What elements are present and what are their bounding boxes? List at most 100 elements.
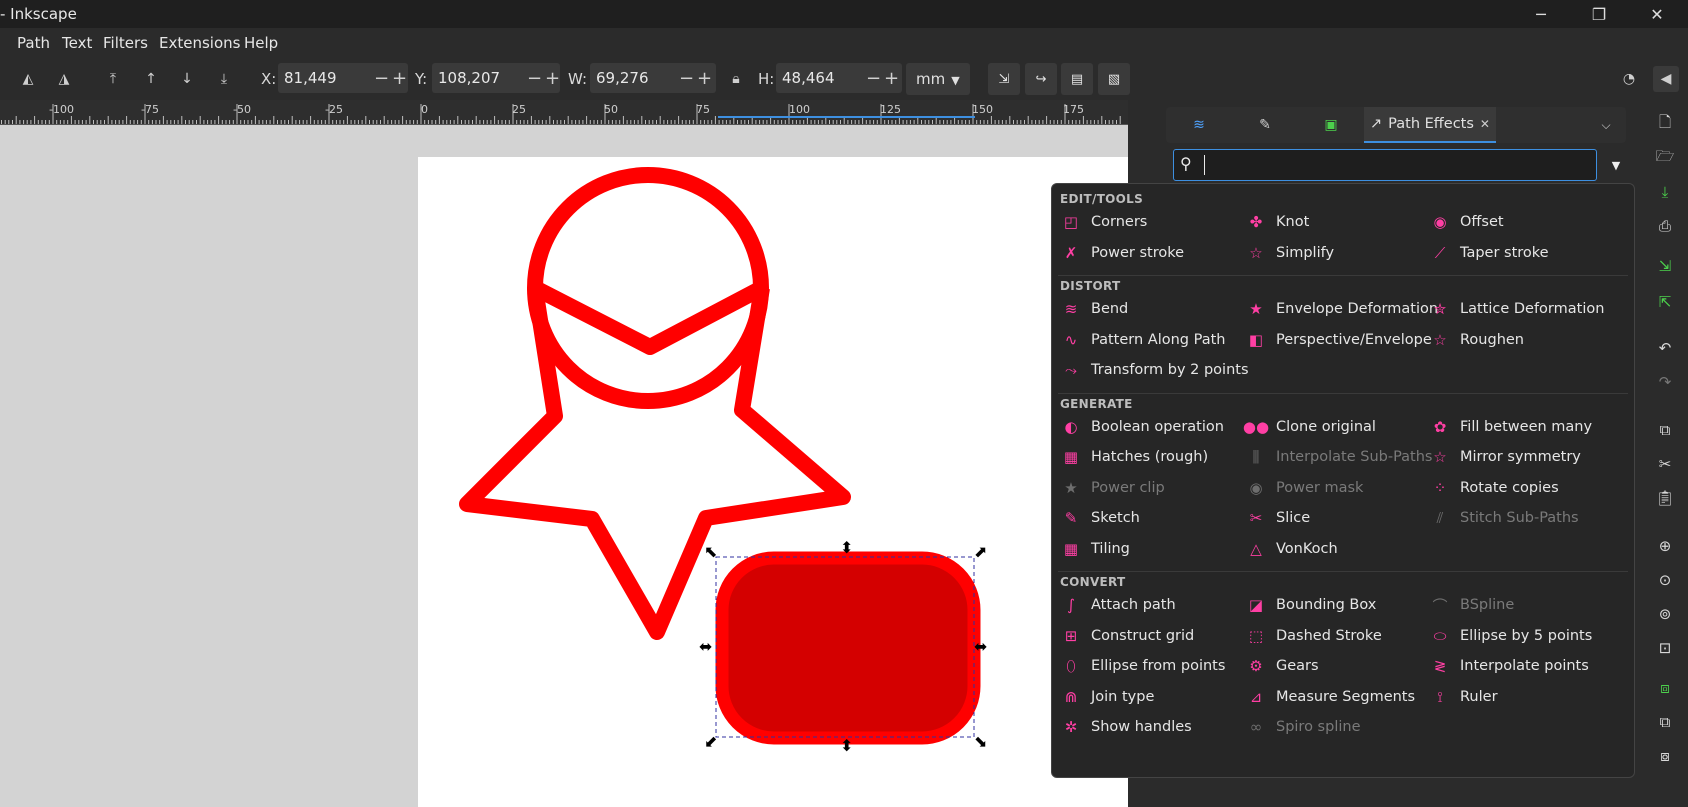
maximize-button[interactable]: ❐ xyxy=(1570,0,1628,28)
print-icon[interactable]: ⎙ xyxy=(1653,214,1677,238)
lpe-item[interactable]: ⬚ Dashed Stroke xyxy=(1245,622,1382,650)
redo-icon[interactable]: ↷ xyxy=(1653,370,1677,394)
transform-gradients-button[interactable]: ▤ xyxy=(1061,63,1093,95)
flip-vertical-icon[interactable]: ◮ xyxy=(51,66,77,92)
lpe-item[interactable]: ∿ Pattern Along Path xyxy=(1060,326,1226,354)
handle-ne[interactable]: ⬈ xyxy=(974,542,987,561)
raise-to-top-icon[interactable]: ⤒ xyxy=(100,66,126,92)
lpe-item[interactable]: ☆ Mirror symmetry xyxy=(1429,443,1581,471)
zoom-fit-icon[interactable]: ⊡ xyxy=(1653,636,1677,660)
transform-patterns-button[interactable]: ▧ xyxy=(1098,63,1130,95)
lpe-item[interactable]: ◪ Bounding Box xyxy=(1245,591,1376,619)
copy-icon[interactable]: ⧉ xyxy=(1653,418,1677,442)
handle-e[interactable]: ⬌ xyxy=(974,637,987,656)
zoom-page-icon[interactable]: ⊚ xyxy=(1653,602,1677,626)
unlink-clone-icon[interactable]: ⧇ xyxy=(1653,744,1677,768)
rounded-rectangle[interactable] xyxy=(715,551,981,745)
lower-to-bottom-icon[interactable]: ⤓ xyxy=(211,66,237,92)
zoom-drawing-icon[interactable]: ⊙ xyxy=(1653,568,1677,592)
flip-horizontal-icon[interactable]: ◭ xyxy=(15,66,41,92)
lpe-item[interactable]: ◰ Corners xyxy=(1060,208,1147,236)
lpe-item[interactable]: ◉ Offset xyxy=(1429,208,1503,236)
lpe-item[interactable]: ⬯ Ellipse from points xyxy=(1060,652,1225,680)
lower-icon[interactable]: ↓ xyxy=(174,66,200,92)
lpe-item[interactable]: ⚙ Gears xyxy=(1245,652,1318,680)
lpe-item[interactable]: ≷ Interpolate points xyxy=(1429,652,1589,680)
lpe-item[interactable]: ▦ Tiling xyxy=(1060,535,1130,563)
lpe-item[interactable]: ⤳ Transform by 2 points xyxy=(1060,356,1249,384)
scale-corners-button[interactable]: ↪ xyxy=(1025,63,1057,95)
tab-fill-stroke[interactable]: ✎ xyxy=(1232,107,1298,143)
menu-extensions[interactable]: Extensions xyxy=(159,34,240,52)
lpe-item[interactable]: ✿ Fill between many xyxy=(1429,413,1592,441)
menu-text[interactable]: Text xyxy=(62,34,92,52)
export-doc-icon[interactable]: ⇱ xyxy=(1653,290,1677,314)
x-decrement-button[interactable]: − xyxy=(374,68,389,89)
menu-help[interactable]: Help xyxy=(244,34,278,52)
close-tab-icon[interactable]: ✕ xyxy=(1480,117,1490,131)
lpe-item[interactable]: ▦ Hatches (rough) xyxy=(1060,443,1208,471)
lpe-item[interactable]: ★ Envelope Deformation xyxy=(1245,295,1438,323)
lpe-search-input[interactable]: ⚲ xyxy=(1173,149,1597,181)
lpe-item[interactable]: ⁘ Rotate copies xyxy=(1429,474,1559,502)
handle-sw[interactable]: ⬋ xyxy=(704,732,717,751)
zoom-selection-icon[interactable]: ⊕ xyxy=(1653,534,1677,558)
open-document-icon[interactable]: 🗁 xyxy=(1653,146,1677,170)
lpe-item[interactable]: ⊞ Construct grid xyxy=(1060,622,1195,650)
lpe-item[interactable]: △ VonKoch xyxy=(1245,535,1337,563)
handle-se[interactable]: ⬊ xyxy=(974,732,987,751)
lpe-item[interactable]: ≋ Bend xyxy=(1060,295,1129,323)
cut-icon[interactable]: ✂ xyxy=(1653,452,1677,476)
tab-layers[interactable]: ≋ xyxy=(1166,107,1232,143)
close-window-button[interactable]: ✕ xyxy=(1628,0,1686,28)
drawing[interactable]: ⬉ ⬍ ⬈ ⬌ ⬌ ⬋ ⬍ ⬊ xyxy=(0,125,1128,807)
w-increment-button[interactable]: + xyxy=(697,68,712,89)
lpe-item[interactable]: ⋒ Join type xyxy=(1060,683,1155,711)
raise-icon[interactable]: ↑ xyxy=(138,66,164,92)
handle-w[interactable]: ⬌ xyxy=(699,637,712,656)
lpe-item[interactable]: ✲ Show handles xyxy=(1060,713,1192,741)
h-increment-button[interactable]: + xyxy=(884,68,899,89)
save-icon[interactable]: ⤓ xyxy=(1653,180,1677,204)
lpe-item[interactable]: ⟟ Ruler xyxy=(1429,683,1497,711)
lpe-item[interactable]: ✗ Power stroke xyxy=(1060,239,1184,267)
tab-menu-chevron-icon[interactable]: ⌵ xyxy=(1586,107,1626,143)
lpe-item[interactable]: ✤ Knot xyxy=(1245,208,1310,236)
lpe-item[interactable]: ✂ Slice xyxy=(1245,504,1310,532)
lpe-item[interactable]: ✮ Lattice Deformation xyxy=(1429,295,1605,323)
h-decrement-button[interactable]: − xyxy=(866,68,881,89)
lpe-item[interactable]: ⊿ Measure Segments xyxy=(1245,683,1415,711)
lpe-item[interactable]: ∫ Attach path xyxy=(1060,591,1176,619)
handle-n[interactable]: ⬍ xyxy=(840,538,853,557)
x-increment-button[interactable]: + xyxy=(392,68,407,89)
import-icon[interactable]: ⇲ xyxy=(1653,254,1677,278)
lpe-item[interactable]: ●● Clone original xyxy=(1243,413,1376,441)
lock-icon[interactable]: 🔒︎ xyxy=(723,66,749,92)
handle-s[interactable]: ⬍ xyxy=(840,736,853,755)
y-decrement-button[interactable]: − xyxy=(527,68,542,89)
minimize-button[interactable]: ─ xyxy=(1512,0,1570,28)
handle-nw[interactable]: ⬉ xyxy=(704,542,717,561)
snap-icon[interactable]: ◔ xyxy=(1616,66,1642,92)
undo-icon[interactable]: ↶ xyxy=(1653,336,1677,360)
collapse-panel-icon[interactable]: ◀ xyxy=(1653,66,1679,92)
new-document-icon[interactable]: 🗋 xyxy=(1653,112,1677,136)
duplicate-icon[interactable]: ⧈ xyxy=(1653,676,1677,700)
lpe-item[interactable]: ◧ Perspective/Envelope xyxy=(1245,326,1432,354)
tab-path-effects[interactable]: ↗ Path Effects ✕ xyxy=(1364,107,1496,143)
paste-icon[interactable]: 📋︎ xyxy=(1653,486,1677,510)
lpe-item[interactable]: ⬭ Ellipse by 5 points xyxy=(1429,622,1593,650)
lpe-item[interactable]: ◐ Boolean operation xyxy=(1060,413,1224,441)
y-increment-button[interactable]: + xyxy=(545,68,560,89)
scale-stroke-button[interactable]: ⇲ xyxy=(988,63,1020,95)
horizontal-ruler[interactable]: -100 -75 -50 -25 0 25 50 75 100 125 150 … xyxy=(0,100,1128,125)
unit-select[interactable]: mm ▼ xyxy=(906,63,970,95)
menu-filters[interactable]: Filters xyxy=(103,34,148,52)
lpe-item[interactable]: ✎ Sketch xyxy=(1060,504,1140,532)
clone-icon[interactable]: ⧉ xyxy=(1653,710,1677,734)
lpe-item[interactable]: ⟋ Taper stroke xyxy=(1429,239,1549,267)
lpe-dropdown-chevron-icon[interactable]: ▼ xyxy=(1603,152,1629,178)
w-decrement-button[interactable]: − xyxy=(679,68,694,89)
lpe-item[interactable]: ☆ Simplify xyxy=(1245,239,1334,267)
lpe-item[interactable]: ☆ Roughen xyxy=(1429,326,1524,354)
